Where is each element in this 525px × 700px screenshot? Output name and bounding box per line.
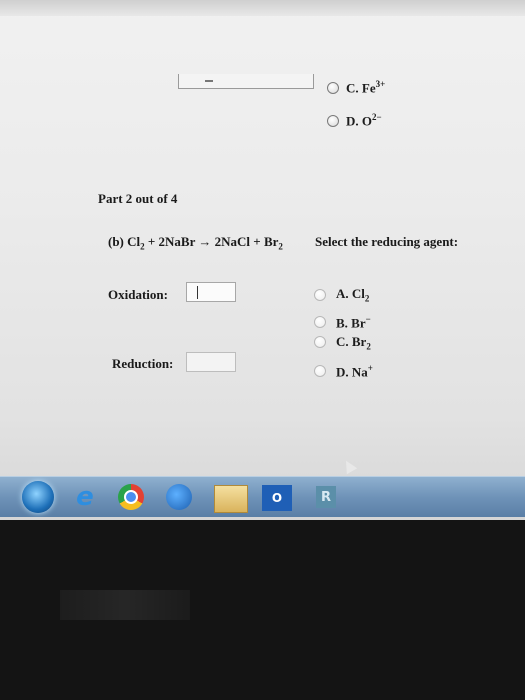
internet-explorer-icon[interactable]: e	[70, 482, 100, 512]
option-c[interactable]: C. Br2	[336, 334, 371, 352]
part-label: Part 2 out of 4	[98, 191, 178, 206]
r-app-icon[interactable]: R	[316, 486, 336, 508]
previous-answer-box[interactable]	[178, 74, 314, 89]
radio-option-a[interactable]	[314, 289, 326, 301]
radio-option-c[interactable]	[314, 336, 326, 348]
windows-taskbar: e O R	[0, 476, 525, 517]
file-explorer-icon[interactable]	[214, 485, 248, 513]
firefox-icon[interactable]	[166, 484, 192, 510]
desk-reflection	[60, 590, 190, 620]
screen-top-edge	[0, 0, 525, 16]
reduction-label: Reduction:	[112, 356, 174, 371]
outlook-icon[interactable]: O	[262, 485, 292, 511]
radio-previous-c[interactable]	[327, 82, 339, 94]
option-b[interactable]: B. Br−	[336, 314, 371, 331]
radio-option-b[interactable]	[314, 316, 326, 328]
reaction-equation: (b) Cl2 + 2NaBr → 2NaCl + Br2	[108, 234, 283, 252]
reduction-input[interactable]	[186, 352, 236, 372]
windows-start-icon[interactable]	[22, 481, 54, 513]
oxidation-input[interactable]	[186, 282, 236, 302]
monitor-screen: C. Fe3+ D. O2− Part 2 out of 4 (b) Cl2 +…	[0, 0, 525, 520]
oxidation-label: Oxidation:	[108, 287, 168, 302]
option-a[interactable]: A. Cl2	[336, 286, 369, 304]
radio-previous-d[interactable]	[327, 115, 339, 127]
mouse-cursor-icon	[340, 457, 358, 475]
radio-option-d[interactable]	[314, 365, 326, 377]
option-d[interactable]: D. Na+	[336, 363, 373, 380]
previous-option-d[interactable]: D. O2−	[346, 112, 382, 129]
previous-option-c[interactable]: C. Fe3+	[346, 79, 385, 96]
question-prompt: Select the reducing agent:	[315, 234, 459, 249]
chrome-icon[interactable]	[118, 484, 144, 510]
